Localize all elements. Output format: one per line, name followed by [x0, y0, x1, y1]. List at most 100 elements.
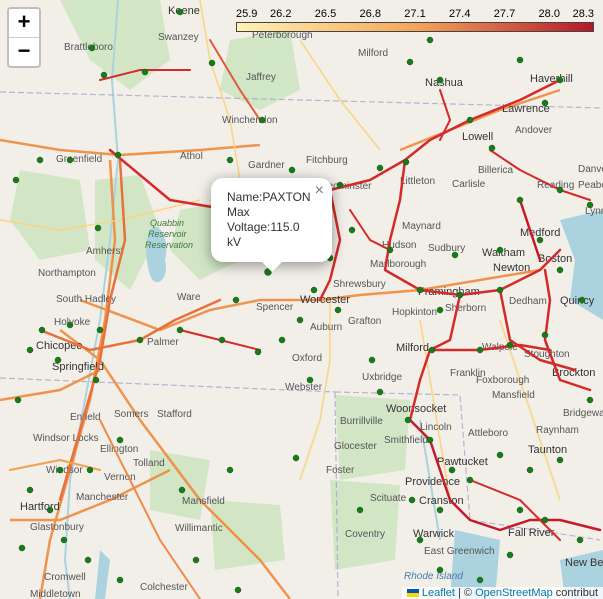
substation-marker[interactable] [402, 158, 410, 166]
substation-marker[interactable] [556, 456, 564, 464]
substation-marker[interactable] [336, 181, 344, 189]
substation-marker[interactable] [88, 44, 96, 52]
substation-marker[interactable] [96, 326, 104, 334]
substation-marker[interactable] [416, 536, 424, 544]
map-tiles[interactable]: Keene Swanzey Brattleboro Peterborough M… [0, 0, 603, 599]
substation-marker[interactable] [496, 246, 504, 254]
substation-marker[interactable] [60, 536, 68, 544]
substation-marker[interactable] [226, 466, 234, 474]
substation-marker[interactable] [114, 151, 122, 159]
substation-marker[interactable] [426, 36, 434, 44]
substation-marker[interactable] [100, 71, 108, 79]
substation-marker[interactable] [456, 291, 464, 299]
substation-marker[interactable] [408, 496, 416, 504]
substation-marker[interactable] [556, 186, 564, 194]
substation-marker[interactable] [488, 144, 496, 152]
leaflet-link[interactable]: Leaflet [422, 587, 455, 599]
substation-marker[interactable] [310, 286, 318, 294]
substation-marker[interactable] [578, 296, 586, 304]
substation-marker[interactable] [56, 466, 64, 474]
substation-marker[interactable] [176, 8, 184, 16]
substation-marker[interactable] [86, 466, 94, 474]
substation-marker[interactable] [506, 341, 514, 349]
substation-marker[interactable] [178, 486, 186, 494]
substation-marker[interactable] [556, 266, 564, 274]
substation-marker[interactable] [536, 236, 544, 244]
substation-marker[interactable] [376, 388, 384, 396]
osm-link[interactable]: OpenStreetMap [475, 587, 553, 599]
substation-marker[interactable] [368, 356, 376, 364]
substation-marker[interactable] [436, 566, 444, 574]
substation-marker[interactable] [84, 556, 92, 564]
substation-marker[interactable] [66, 156, 74, 164]
substation-marker[interactable] [141, 68, 149, 76]
substation-marker[interactable] [26, 486, 34, 494]
substation-marker[interactable] [466, 116, 474, 124]
map-container[interactable]: Keene Swanzey Brattleboro Peterborough M… [0, 0, 603, 599]
substation-marker[interactable] [348, 226, 356, 234]
substation-marker[interactable] [66, 321, 74, 329]
substation-marker[interactable] [288, 166, 296, 174]
substation-marker[interactable] [541, 516, 549, 524]
substation-marker[interactable] [576, 536, 584, 544]
substation-marker[interactable] [526, 466, 534, 474]
substation-marker[interactable] [46, 506, 54, 514]
substation-marker[interactable] [258, 116, 266, 124]
substation-marker[interactable] [376, 164, 384, 172]
substation-marker[interactable] [306, 376, 314, 384]
substation-marker[interactable] [404, 416, 412, 424]
substation-marker[interactable] [516, 196, 524, 204]
substation-marker[interactable] [476, 346, 484, 354]
substation-marker[interactable] [451, 251, 459, 259]
substation-marker[interactable] [94, 224, 102, 232]
substation-marker[interactable] [556, 76, 564, 84]
substation-marker[interactable] [496, 286, 504, 294]
substation-marker[interactable] [234, 586, 242, 594]
substation-marker[interactable] [436, 76, 444, 84]
substation-marker[interactable] [116, 576, 124, 584]
substation-marker[interactable] [14, 396, 22, 404]
substation-marker[interactable] [541, 99, 549, 107]
substation-marker[interactable] [476, 576, 484, 584]
substation-marker[interactable] [516, 56, 524, 64]
substation-marker[interactable] [506, 551, 514, 559]
substation-marker[interactable] [92, 376, 100, 384]
substation-marker[interactable] [586, 201, 594, 209]
substation-marker[interactable] [136, 336, 144, 344]
substation-marker[interactable] [496, 451, 504, 459]
substation-marker[interactable] [226, 156, 234, 164]
substation-marker[interactable] [296, 316, 304, 324]
substation-marker[interactable] [36, 156, 44, 164]
substation-marker[interactable] [192, 556, 200, 564]
substation-marker[interactable] [436, 506, 444, 514]
substation-marker[interactable] [116, 436, 124, 444]
substation-marker[interactable] [448, 466, 456, 474]
substation-marker[interactable] [38, 326, 46, 334]
substation-marker[interactable] [586, 396, 594, 404]
substation-marker[interactable] [176, 326, 184, 334]
substation-marker[interactable] [12, 176, 20, 184]
substation-marker[interactable] [466, 476, 474, 484]
substation-marker[interactable] [54, 356, 62, 364]
substation-marker[interactable] [406, 58, 414, 66]
zoom-out-button[interactable]: − [9, 37, 39, 66]
substation-marker[interactable] [386, 246, 394, 254]
substation-marker[interactable] [254, 348, 262, 356]
substation-marker[interactable] [416, 286, 424, 294]
substation-marker[interactable] [334, 306, 342, 314]
substation-marker[interactable] [18, 544, 26, 552]
substation-marker[interactable] [436, 306, 444, 314]
substation-marker[interactable] [516, 506, 524, 514]
zoom-in-button[interactable]: + [9, 9, 39, 37]
substation-marker[interactable] [278, 336, 286, 344]
substation-marker[interactable] [292, 454, 300, 462]
substation-marker[interactable] [356, 506, 364, 514]
substation-marker[interactable] [26, 346, 34, 354]
substation-marker[interactable] [541, 331, 549, 339]
substation-marker[interactable] [218, 336, 226, 344]
substation-marker[interactable] [428, 346, 436, 354]
substation-marker[interactable] [232, 296, 240, 304]
substation-marker[interactable] [426, 436, 434, 444]
popup-close-button[interactable]: × [315, 182, 324, 200]
substation-marker[interactable] [208, 59, 216, 67]
